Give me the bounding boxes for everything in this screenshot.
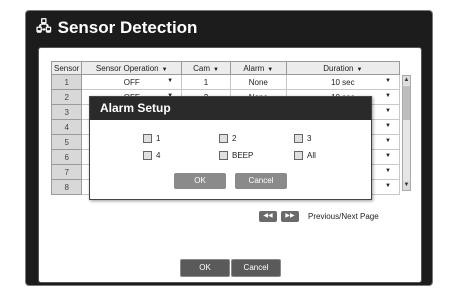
header-cam[interactable]: Cam ▼ [181, 61, 231, 75]
pager: ◀◀ ▶▶ Previous/Next Page [259, 211, 379, 222]
scroll-thumb[interactable] [403, 86, 410, 120]
header-duration[interactable]: Duration ▼ [285, 61, 401, 75]
alarm-option-1[interactable]: 1 [143, 134, 160, 143]
checkbox[interactable] [294, 134, 303, 143]
pager-label: Previous/Next Page [308, 212, 379, 221]
sort-arrow-icon: ▼ [356, 66, 363, 73]
dropdown-arrow-icon[interactable]: ▼ [385, 93, 391, 99]
next-page-icon[interactable]: ▶▶ [281, 211, 299, 222]
sort-arrow-icon: ▼ [161, 66, 168, 73]
sensor-number: 2 [50, 89, 83, 105]
sensor-number: 6 [50, 149, 83, 165]
sensor-number: 5 [50, 134, 83, 150]
sensor-number: 3 [50, 104, 83, 120]
dialog-cancel-button[interactable]: Cancel [235, 173, 287, 189]
dialog-title: Alarm Setup [90, 97, 371, 120]
alarm-option-beep[interactable]: BEEP [219, 151, 253, 160]
cam-cell[interactable]: 1 [181, 74, 231, 90]
scroll-down-icon[interactable]: ▼ [403, 181, 410, 190]
dropdown-arrow-icon[interactable]: ▼ [167, 78, 173, 84]
ok-button[interactable]: OK [180, 259, 230, 277]
sensor-number: 4 [50, 119, 83, 135]
dropdown-arrow-icon[interactable]: ▼ [385, 153, 391, 159]
scroll-up-icon[interactable]: ▲ [403, 76, 410, 85]
checkbox[interactable] [143, 151, 152, 160]
previous-page-icon[interactable]: ◀◀ [259, 211, 277, 222]
window-title-text: Sensor Detection [57, 18, 198, 37]
header-alarm[interactable]: Alarm ▼ [229, 61, 287, 75]
dropdown-arrow-icon[interactable]: ▼ [385, 78, 391, 84]
alarm-cell[interactable]: None [229, 74, 287, 90]
dropdown-arrow-icon[interactable]: ▼ [385, 123, 391, 129]
cancel-button[interactable]: Cancel [231, 259, 281, 277]
sensor-number: 8 [50, 179, 83, 195]
table-row[interactable]: 1 OFF ▼ 1 None 10 sec ▼ [50, 74, 401, 90]
dropdown-arrow-icon[interactable]: ▼ [385, 183, 391, 189]
dropdown-arrow-icon[interactable]: ▼ [385, 168, 391, 174]
sensor-icon: 🖧 [36, 18, 52, 34]
sensor-number: 7 [50, 164, 83, 180]
dialog-ok-button[interactable]: OK [174, 173, 226, 189]
sensor-number: 1 [50, 74, 83, 90]
dropdown-arrow-icon[interactable]: ▼ [385, 108, 391, 114]
duration-cell[interactable]: 10 sec▼ [285, 74, 401, 90]
table-header-row: Sensor Sensor Operation ▼ Cam ▼ Alarm ▼ Dur… [50, 61, 401, 75]
checkbox[interactable] [294, 151, 303, 160]
sensor-operation-cell[interactable]: OFF▼ [81, 74, 183, 90]
checkbox[interactable] [143, 134, 152, 143]
sort-arrow-icon: ▼ [212, 66, 219, 73]
alarm-option-all[interactable]: All [294, 151, 316, 160]
header-sensor-operation[interactable]: Sensor Operation ▼ [81, 61, 183, 75]
header-sensor: Sensor [50, 61, 83, 75]
alarm-option-2[interactable]: 2 [219, 134, 236, 143]
window-title: 🖧 Sensor Detection [36, 15, 197, 41]
table-scrollbar[interactable]: ▲ ▼ [402, 75, 411, 191]
checkbox[interactable] [219, 151, 228, 160]
alarm-option-3[interactable]: 3 [294, 134, 311, 143]
dropdown-arrow-icon[interactable]: ▼ [385, 138, 391, 144]
sort-arrow-icon: ▼ [267, 66, 274, 73]
checkbox[interactable] [219, 134, 228, 143]
alarm-option-4[interactable]: 4 [143, 151, 160, 160]
alarm-setup-dialog: Alarm Setup 1 2 3 4 BEEP All OK Cancel [89, 96, 372, 200]
